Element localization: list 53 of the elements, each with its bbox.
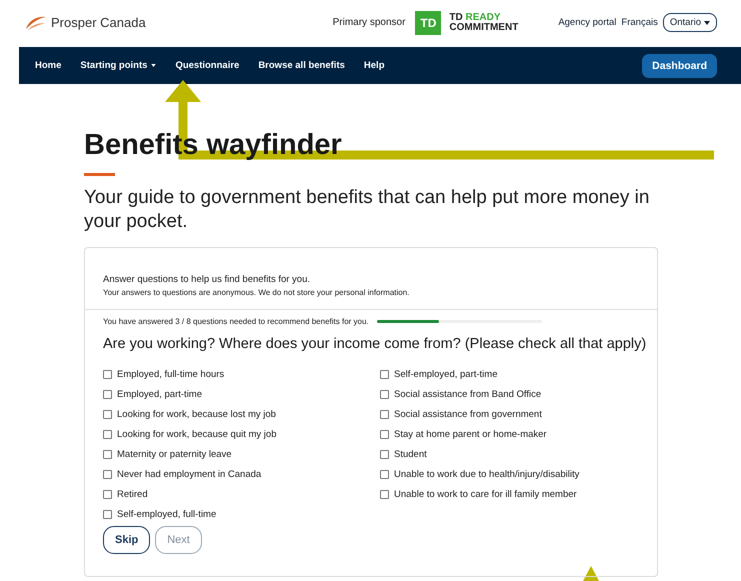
- nav-dropdown[interactable]: Starting points: [80, 60, 156, 71]
- leaf-logo-icon: [25, 14, 47, 30]
- checkbox[interactable]: [103, 370, 112, 378]
- brand-name[interactable]: Prosper Canada: [51, 15, 146, 30]
- checkbox[interactable]: [103, 450, 112, 458]
- checkbox-option[interactable]: Student: [380, 444, 639, 464]
- checkbox-option[interactable]: Social assistance from Band Office: [380, 384, 639, 404]
- checkbox-option[interactable]: Looking for work, because quit my job: [103, 424, 380, 444]
- checkbox[interactable]: [103, 510, 112, 518]
- sponsor-label: Primary sponsor: [332, 17, 406, 28]
- checkbox-option[interactable]: Stay at home parent or home-maker: [380, 424, 639, 444]
- checkbox-option[interactable]: Unable to work to care for ill family member: [380, 484, 639, 504]
- checkbox[interactable]: [380, 410, 389, 418]
- checkbox[interactable]: [103, 430, 112, 438]
- intro-text: Answer questions to help us find benefits for you.: [103, 274, 312, 285]
- checkbox[interactable]: [380, 470, 389, 478]
- checkbox-option[interactable]: Retired: [103, 484, 380, 504]
- question-text: Are you working? Where does your income come from? (Please check all that apply): [103, 335, 646, 354]
- checkbox[interactable]: [103, 470, 112, 478]
- page-subtitle: Your guide to government benefits that can help put more money in your pocket.: [84, 186, 650, 234]
- header-link[interactable]: Agency portal: [558, 17, 616, 28]
- checkbox[interactable]: [380, 430, 389, 438]
- nav-link[interactable]: Questionnaire: [175, 60, 240, 71]
- annotation-arrow: [583, 566, 599, 581]
- checkbox[interactable]: [380, 390, 389, 398]
- dashboard-button[interactable]: Dashboard: [642, 54, 717, 78]
- checkbox-option[interactable]: Maternity or paternity leave: [103, 444, 380, 464]
- header-link[interactable]: Français: [621, 17, 658, 28]
- sponsor-wordmark: TD READY COMMITMENT: [449, 12, 518, 32]
- checkbox-option[interactable]: Employed, full-time hours: [103, 364, 380, 384]
- checkbox-option[interactable]: Social assistance from government: [380, 404, 639, 424]
- checkbox-option[interactable]: Unable to work due to health/injury/disability: [380, 464, 639, 484]
- checkbox[interactable]: [380, 450, 389, 458]
- checkbox[interactable]: [103, 390, 112, 398]
- nav-link[interactable]: Home: [35, 60, 62, 71]
- checkbox-option[interactable]: Never had employment in Canada: [103, 464, 380, 484]
- checkbox[interactable]: [380, 370, 389, 378]
- checkbox-option[interactable]: Employed, part-time: [103, 384, 380, 404]
- checkbox[interactable]: [380, 490, 389, 498]
- region-dropdown[interactable]: Ontario: [662, 13, 717, 32]
- sponsor-logo: TD: [415, 10, 442, 34]
- caret-icon: [151, 64, 156, 67]
- nav-link[interactable]: Help: [364, 60, 384, 71]
- checkbox[interactable]: [103, 410, 112, 418]
- progress-text: You have answered 3 / 8 questions needed to recommend benefits for you.: [103, 317, 369, 326]
- nav-link[interactable]: Browse all benefits: [258, 60, 345, 71]
- privacy-note: Your answers to questions are anonymous. We do not store your personal information.: [103, 288, 410, 297]
- checkbox-option[interactable]: Self-employed, full-time: [103, 504, 380, 524]
- form-button[interactable]: Skip: [103, 526, 150, 554]
- caret-icon: [704, 20, 710, 24]
- checkbox[interactable]: [103, 490, 112, 498]
- checkbox-option[interactable]: Self-employed, part-time: [380, 364, 639, 384]
- checkbox-option[interactable]: Looking for work, because lost my job: [103, 404, 380, 424]
